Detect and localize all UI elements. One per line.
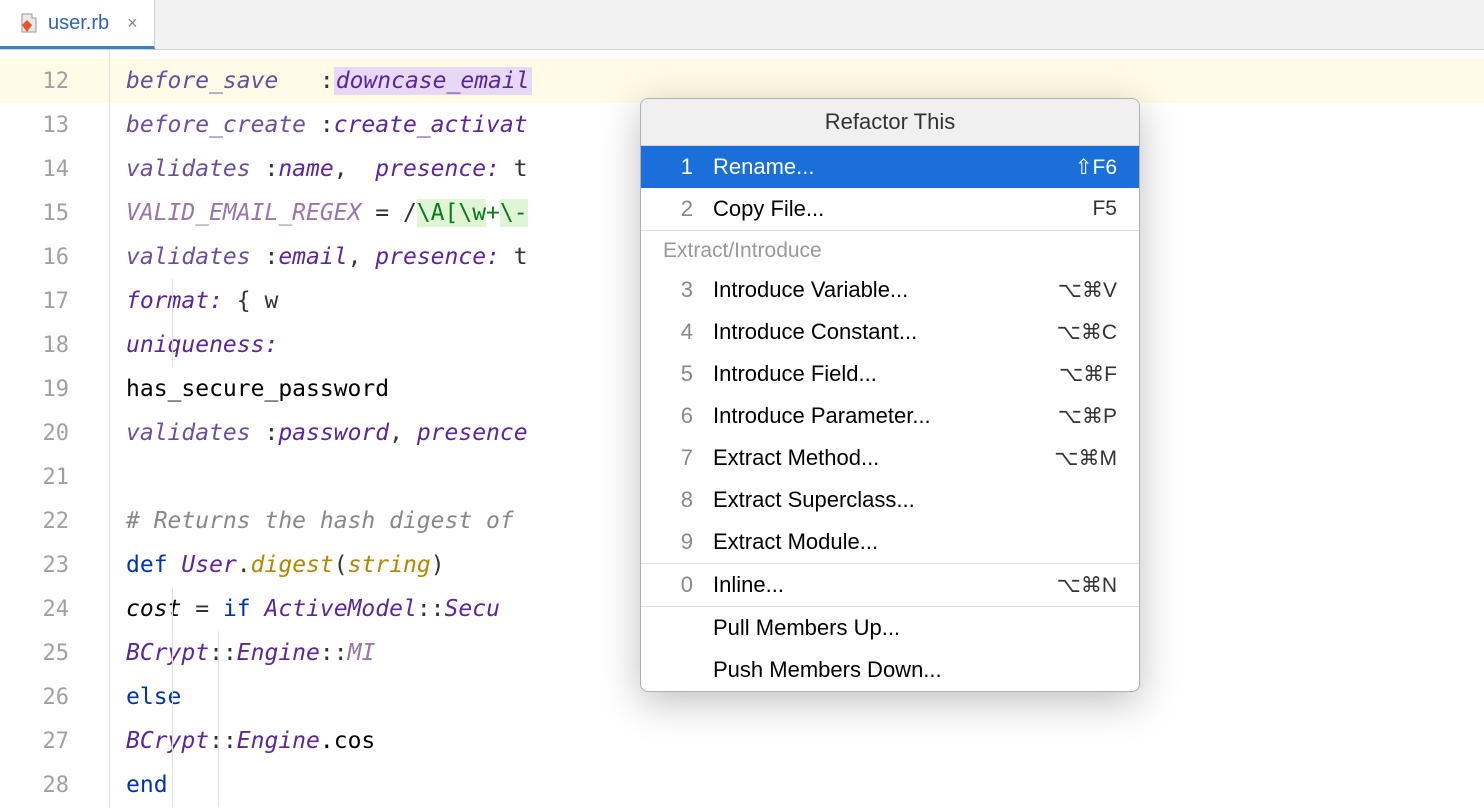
menu-item-extract-module[interactable]: 9 Extract Module...: [641, 521, 1139, 563]
line-number[interactable]: 19: [0, 367, 109, 411]
close-tab-icon[interactable]: ×: [127, 13, 138, 34]
menu-item-shortcut: ⌥⌘F: [1059, 362, 1117, 387]
popup-title: Refactor This: [641, 99, 1139, 146]
menu-item-number: 6: [663, 403, 693, 429]
line-number[interactable]: 14: [0, 147, 109, 191]
menu-item-shortcut: ⇧F6: [1075, 155, 1117, 180]
menu-item-label: Push Members Down...: [713, 657, 1117, 683]
menu-item-number: 3: [663, 277, 693, 303]
menu-item-label: Copy File...: [713, 196, 1092, 222]
code-line: BCrypt::Engine.cos: [110, 719, 1484, 763]
menu-item-pull-members-up[interactable]: Pull Members Up...: [641, 607, 1139, 649]
menu-item-number: 5: [663, 361, 693, 387]
menu-item-label: Extract Superclass...: [713, 487, 1117, 513]
menu-item-extract-superclass[interactable]: 8 Extract Superclass...: [641, 479, 1139, 521]
line-number-gutter: 12 13 14 15 16 17 18 19 20 21 22 23 24 2…: [0, 50, 110, 808]
line-number[interactable]: 15: [0, 191, 109, 235]
line-number[interactable]: 12: [0, 59, 109, 103]
menu-item-shortcut: ⌥⌘M: [1054, 446, 1117, 471]
menu-item-label: Extract Method...: [713, 445, 1054, 471]
line-number[interactable]: 25: [0, 631, 109, 675]
menu-item-label: Introduce Field...: [713, 361, 1059, 387]
tab-filename: user.rb: [48, 12, 109, 35]
menu-item-shortcut: ⌥⌘P: [1058, 404, 1117, 429]
line-number[interactable]: 18: [0, 323, 109, 367]
tab-bar: user.rb ×: [0, 0, 1484, 50]
refactor-popup: Refactor This 1 Rename... ⇧F6 2 Copy Fil…: [640, 98, 1140, 692]
file-tab[interactable]: user.rb ×: [0, 0, 155, 49]
menu-item-shortcut: ⌥⌘N: [1057, 573, 1117, 598]
menu-item-shortcut: F5: [1092, 197, 1117, 221]
menu-item-introduce-constant[interactable]: 4 Introduce Constant... ⌥⌘C: [641, 311, 1139, 353]
menu-item-number: 4: [663, 319, 693, 345]
menu-item-label: Extract Module...: [713, 529, 1117, 555]
code-line: before_save :downcase_email: [110, 59, 1484, 103]
line-number[interactable]: 23: [0, 543, 109, 587]
menu-item-inline[interactable]: 0 Inline... ⌥⌘N: [641, 564, 1139, 606]
menu-item-introduce-parameter[interactable]: 6 Introduce Parameter... ⌥⌘P: [641, 395, 1139, 437]
menu-item-number: 8: [663, 487, 693, 513]
line-number[interactable]: 17: [0, 279, 109, 323]
menu-item-number: 7: [663, 445, 693, 471]
line-number[interactable]: 16: [0, 235, 109, 279]
popup-section-header: Extract/Introduce: [641, 230, 1139, 269]
line-number[interactable]: 20: [0, 411, 109, 455]
menu-item-label: Pull Members Up...: [713, 615, 1117, 641]
menu-item-rename[interactable]: 1 Rename... ⇧F6: [641, 146, 1139, 188]
menu-item-shortcut: ⌥⌘C: [1057, 320, 1117, 345]
menu-item-introduce-field[interactable]: 5 Introduce Field... ⌥⌘F: [641, 353, 1139, 395]
menu-item-push-members-down[interactable]: Push Members Down...: [641, 649, 1139, 691]
menu-item-number: 1: [663, 154, 693, 180]
menu-item-label: Introduce Parameter...: [713, 403, 1058, 429]
line-number[interactable]: 22: [0, 499, 109, 543]
menu-item-number: 9: [663, 529, 693, 555]
menu-item-label: Rename...: [713, 154, 1075, 180]
line-number[interactable]: 26: [0, 675, 109, 719]
menu-item-label: Inline...: [713, 572, 1057, 598]
code-line: end: [110, 763, 1484, 807]
menu-item-introduce-variable[interactable]: 3 Introduce Variable... ⌥⌘V: [641, 269, 1139, 311]
menu-item-extract-method[interactable]: 7 Extract Method... ⌥⌘M: [641, 437, 1139, 479]
line-number[interactable]: 21: [0, 455, 109, 499]
menu-item-number: 2: [663, 196, 693, 222]
line-number[interactable]: 13: [0, 103, 109, 147]
line-number[interactable]: 27: [0, 719, 109, 763]
menu-item-shortcut: ⌥⌘V: [1058, 278, 1117, 303]
menu-item-label: Introduce Variable...: [713, 277, 1058, 303]
line-number[interactable]: 24: [0, 587, 109, 631]
menu-item-number: 0: [663, 572, 693, 598]
menu-item-copy-file[interactable]: 2 Copy File... F5: [641, 188, 1139, 230]
menu-item-label: Introduce Constant...: [713, 319, 1057, 345]
line-number[interactable]: 28: [0, 763, 109, 807]
ruby-file-icon: [16, 12, 38, 34]
